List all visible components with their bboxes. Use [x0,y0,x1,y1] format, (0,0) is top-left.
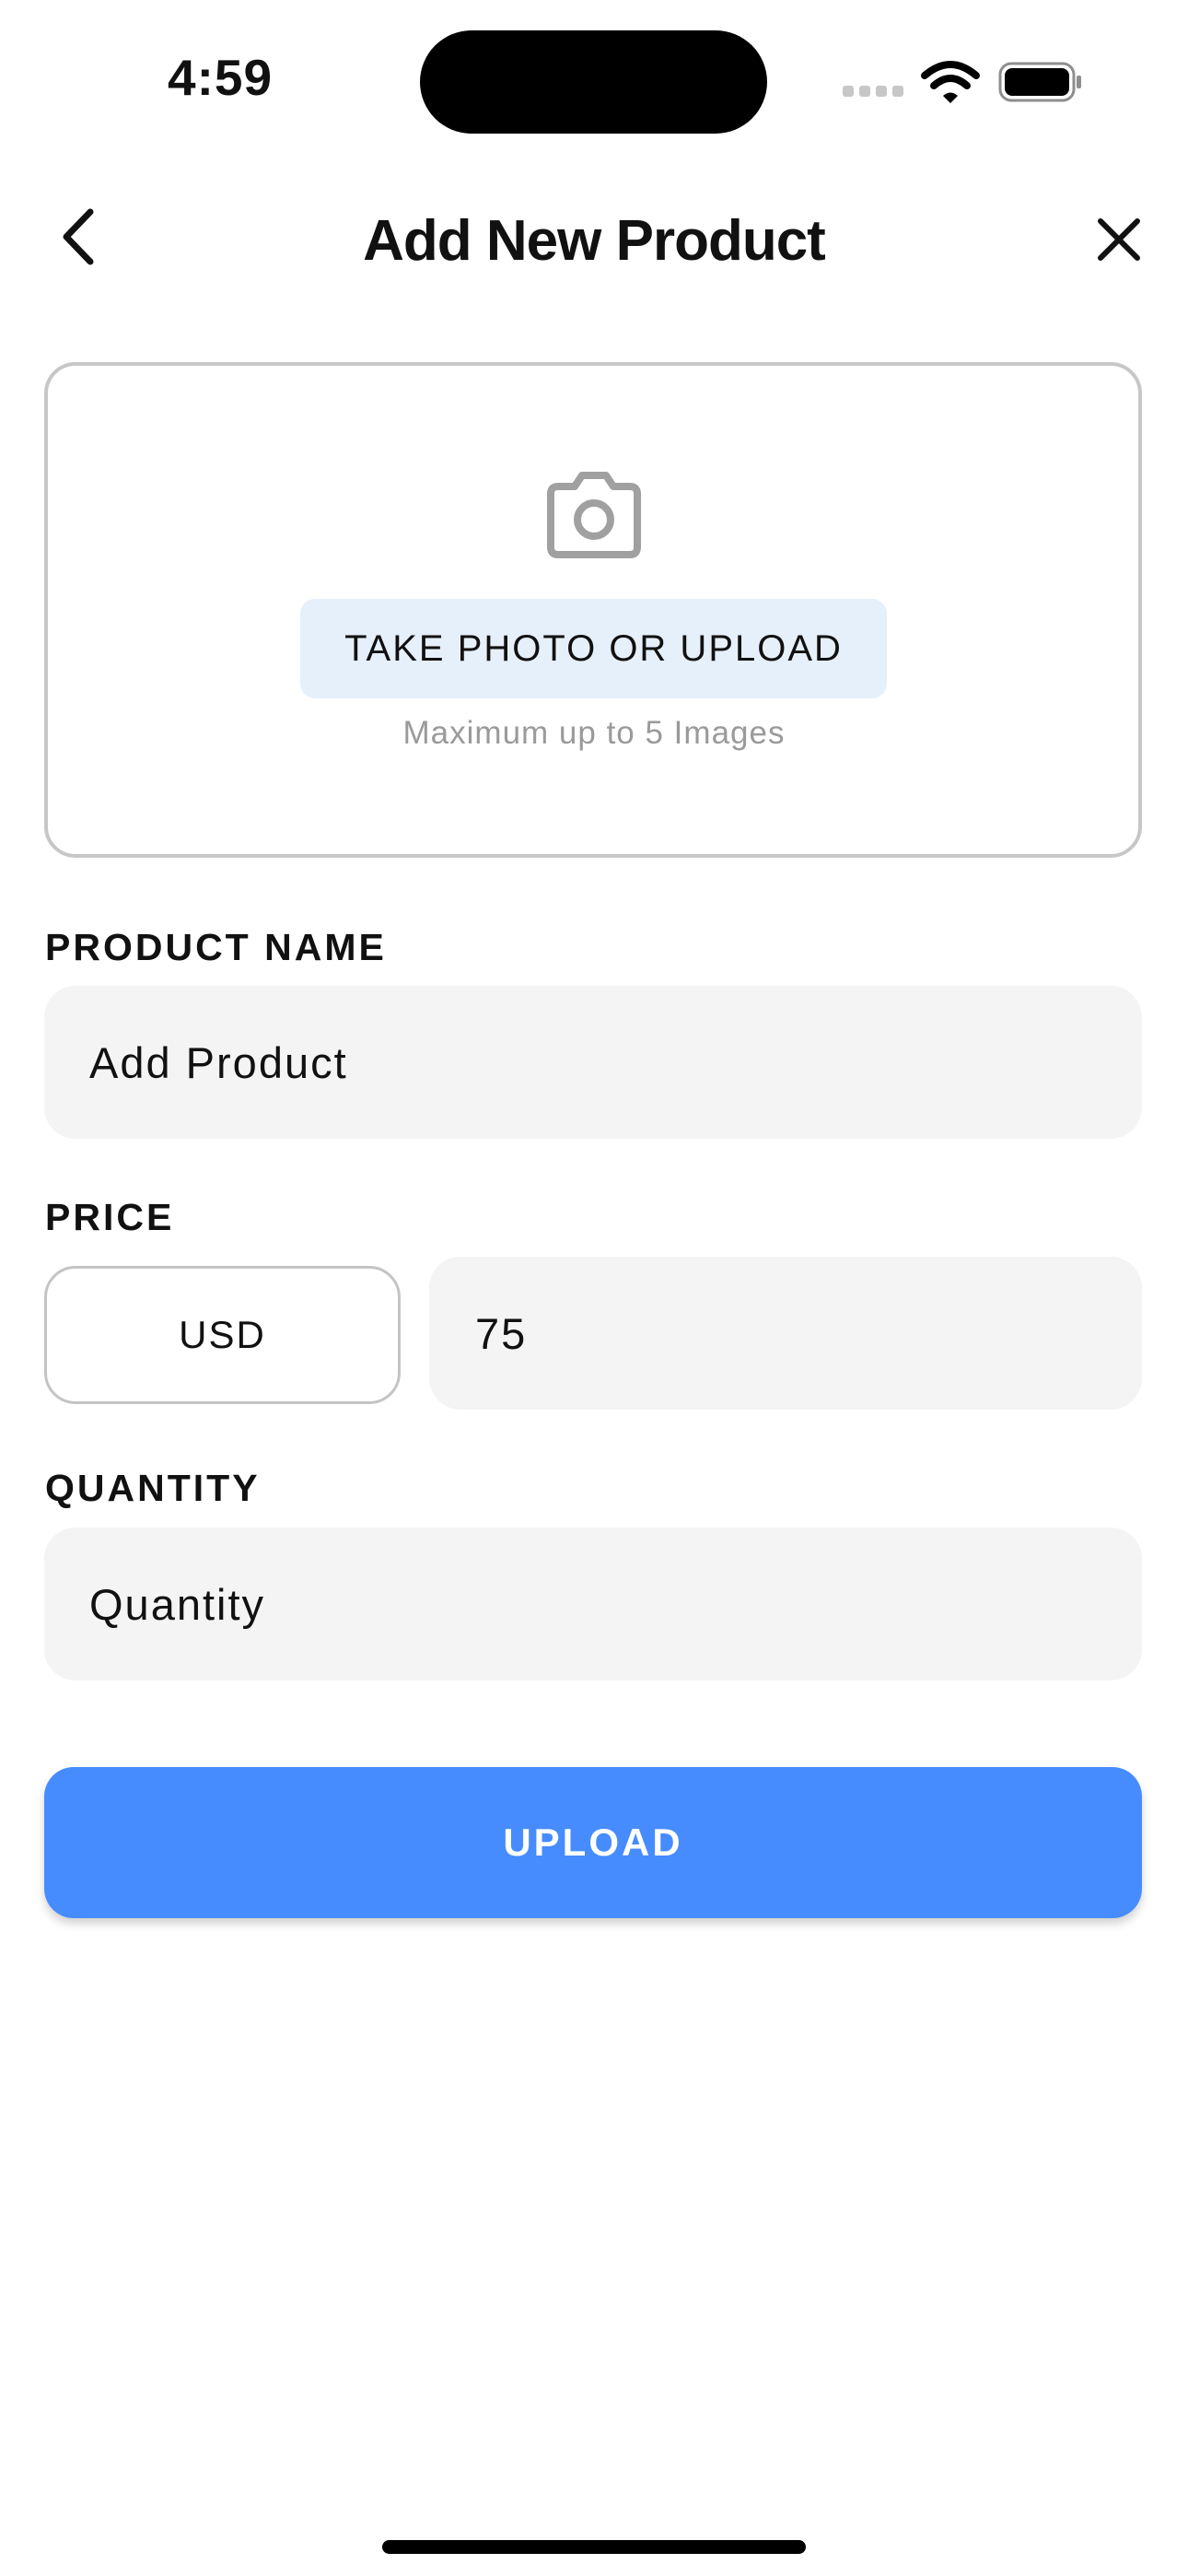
battery-icon [998,62,1081,102]
quantity-input[interactable] [44,1528,1142,1680]
quantity-label: QUANTITY [45,1467,261,1509]
dynamic-island [420,30,767,134]
currency-selector[interactable]: USD [44,1266,401,1404]
page-title: Add New Product [363,209,826,273]
cellular-signal-icon [843,86,907,99]
home-indicator [382,2540,806,2554]
take-photo-or-upload-button[interactable]: TAKE PHOTO OR UPLOAD [300,599,887,698]
upload-button[interactable]: UPLOAD [44,1767,1142,1918]
product-name-input[interactable] [44,986,1142,1139]
price-label: PRICE [45,1196,175,1238]
camera-icon [547,472,641,558]
product-name-label: PRODUCT NAME [45,926,387,968]
price-input[interactable] [429,1257,1142,1410]
wifi-icon [921,61,980,103]
close-icon[interactable] [1096,217,1142,263]
status-time: 4:59 [168,49,274,106]
max-images-hint: Maximum up to 5 Images [402,715,786,751]
